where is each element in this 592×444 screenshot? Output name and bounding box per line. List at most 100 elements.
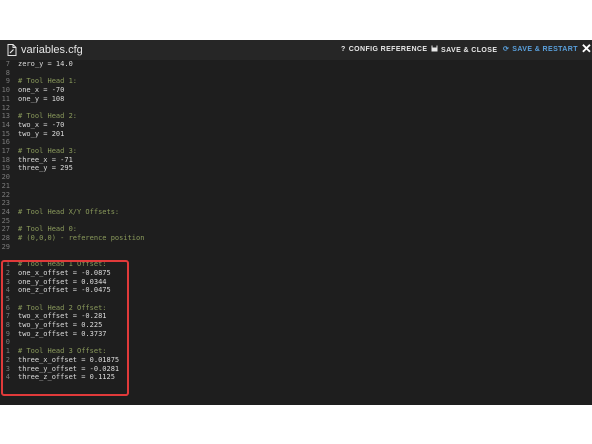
line-number: 9 bbox=[5, 77, 10, 86]
line-number: 6 bbox=[5, 303, 10, 312]
code-line[interactable]: 17 # Tool Head 3: bbox=[0, 147, 592, 156]
line-number: 10 bbox=[1, 86, 10, 95]
line-number: 2 bbox=[5, 355, 10, 364]
line-number: 25 bbox=[1, 216, 10, 225]
code-line[interactable]: 29 bbox=[0, 243, 592, 252]
line-number: 22 bbox=[1, 190, 10, 199]
line-number: 0 bbox=[5, 338, 10, 347]
code-line[interactable]: 22 bbox=[0, 191, 592, 200]
code-line[interactable]: 27 # Tool Head 0: bbox=[0, 225, 592, 234]
save-restart-button[interactable]: ⟳ SAVE & RESTART bbox=[503, 45, 578, 55]
line-number: 9 bbox=[5, 329, 10, 338]
line-number: 20 bbox=[1, 173, 10, 182]
line-number: 4 bbox=[5, 373, 10, 382]
save-restart-label: SAVE & RESTART bbox=[512, 46, 578, 53]
code-line[interactable]: 21 bbox=[0, 182, 592, 191]
code-comment: # Tool Head 1: bbox=[18, 77, 78, 86]
save-close-button[interactable]: SAVE & CLOSE bbox=[431, 45, 497, 56]
line-number: 19 bbox=[1, 164, 10, 173]
editor-dialog: variables.cfg ? CONFIG REFERENCE SAVE & C… bbox=[0, 40, 592, 405]
code-comment: # Tool Head 0: bbox=[18, 225, 78, 234]
line-number: 1 bbox=[5, 347, 10, 356]
config-reference-label: CONFIG REFERENCE bbox=[348, 46, 428, 53]
code-line[interactable]: 25 bbox=[0, 217, 592, 226]
line-number: 16 bbox=[1, 138, 10, 147]
code-line[interactable]: 24 # Tool Head X/Y Offsets: bbox=[0, 208, 592, 217]
code-line[interactable]: 0 bbox=[0, 338, 592, 347]
code-text: two_y_offset = 0.225 bbox=[18, 321, 103, 329]
code-comment: # Tool Head X/Y Offsets: bbox=[18, 207, 120, 216]
code-text: three_y_offset = -0.0281 bbox=[18, 364, 120, 373]
line-number: 11 bbox=[1, 94, 10, 103]
save-close-label: SAVE & CLOSE bbox=[441, 47, 498, 54]
code-text: one_z_offset = -0.0475 bbox=[18, 286, 111, 295]
line-number: 2 bbox=[5, 268, 10, 277]
code-line[interactable]: 1 # Tool Head 1 Offset: bbox=[0, 260, 592, 269]
file-title: variables.cfg bbox=[21, 44, 83, 56]
code-editor[interactable]: 7 zero_y = 14.0 8 9 # Tool Head 1: 10 one_x = … bbox=[0, 60, 592, 405]
code-line[interactable]: 5 bbox=[0, 295, 592, 304]
code-line[interactable]: 12 bbox=[0, 104, 592, 113]
line-number: 24 bbox=[1, 207, 10, 216]
line-number: 28 bbox=[1, 234, 10, 242]
line-number: 21 bbox=[1, 181, 10, 190]
line-number: 8 bbox=[5, 68, 10, 77]
code-text: zero_y = 14.0 bbox=[18, 60, 73, 68]
code-text: two_y = 201 bbox=[18, 129, 65, 138]
line-number: 12 bbox=[1, 103, 10, 112]
line-number: 3 bbox=[5, 277, 10, 286]
line-number: 3 bbox=[5, 364, 10, 373]
line-number: 27 bbox=[1, 225, 10, 234]
line-number: 7 bbox=[5, 60, 10, 68]
file-edit-icon bbox=[7, 44, 17, 56]
line-number: 14 bbox=[1, 120, 10, 129]
code-comment: # Tool Head 3: bbox=[18, 147, 78, 155]
question-icon: ? bbox=[341, 46, 346, 53]
code-comment: # Tool Head 3 Offset: bbox=[18, 347, 107, 356]
code-line[interactable]: 14 two_x = -70 bbox=[0, 121, 592, 130]
code-line[interactable]: 6 # Tool Head 2 Offset: bbox=[0, 304, 592, 313]
code-line[interactable]: 11 one_y = 108 bbox=[0, 95, 592, 104]
code-line[interactable]: 9 two_z_offset = 0.3737 bbox=[0, 330, 592, 339]
code-line[interactable]: 3 three_y_offset = -0.0281 bbox=[0, 365, 592, 374]
line-number: 29 bbox=[1, 242, 10, 251]
code-line[interactable]: 7 zero_y = 14.0 bbox=[0, 60, 592, 69]
code-text: two_x_offset = -0.281 bbox=[18, 312, 107, 321]
code-line[interactable]: 19 three_y = 295 bbox=[0, 164, 592, 173]
code-line[interactable]: 4 one_z_offset = -0.0475 bbox=[0, 286, 592, 295]
code-text: one_y_offset = 0.0344 bbox=[18, 277, 107, 286]
code-line[interactable]: 7 two_x_offset = -0.281 bbox=[0, 312, 592, 321]
code-line[interactable]: 10 one_x = -70 bbox=[0, 86, 592, 95]
code-line[interactable]: 23 bbox=[0, 199, 592, 208]
code-text: three_x_offset = 0.01875 bbox=[18, 355, 120, 364]
code-line[interactable]: 13 # Tool Head 2: bbox=[0, 112, 592, 121]
code-line[interactable]: 28 # (0,0,0) - reference position bbox=[0, 234, 592, 243]
code-comment: # (0,0,0) - reference position bbox=[18, 234, 145, 242]
code-line[interactable]: 15 two_y = 201 bbox=[0, 130, 592, 139]
code-comment: # Tool Head 2: bbox=[18, 112, 78, 121]
code-line[interactable]: 8 two_y_offset = 0.225 bbox=[0, 321, 592, 330]
line-number: 8 bbox=[5, 321, 10, 329]
code-line[interactable]: 18 three_x = -71 bbox=[0, 156, 592, 165]
code-text: three_z_offset = 0.1125 bbox=[18, 373, 115, 382]
code-line[interactable]: 3 one_y_offset = 0.0344 bbox=[0, 278, 592, 287]
config-reference-button[interactable]: ? CONFIG REFERENCE bbox=[341, 45, 427, 55]
code-line[interactable] bbox=[0, 251, 592, 260]
code-line[interactable]: 20 bbox=[0, 173, 592, 182]
code-line[interactable]: 4 three_z_offset = 0.1125 bbox=[0, 373, 592, 382]
line-number: 4 bbox=[5, 286, 10, 295]
floppy-icon bbox=[431, 45, 438, 56]
code-line[interactable]: 9 # Tool Head 1: bbox=[0, 77, 592, 86]
code-text: three_x = -71 bbox=[18, 155, 73, 164]
line-number: 23 bbox=[1, 199, 10, 208]
code-line[interactable]: 8 bbox=[0, 69, 592, 78]
line-number: 13 bbox=[1, 112, 10, 121]
line-number: 5 bbox=[5, 294, 10, 303]
dialog-titlebar: variables.cfg ? CONFIG REFERENCE SAVE & C… bbox=[0, 40, 592, 60]
code-comment: # Tool Head 1 Offset: bbox=[18, 260, 107, 269]
close-icon[interactable]: ✕ bbox=[581, 42, 592, 56]
code-line[interactable]: 2 three_x_offset = 0.01875 bbox=[0, 356, 592, 365]
code-line[interactable]: 1 # Tool Head 3 Offset: bbox=[0, 347, 592, 356]
code-line[interactable]: 16 bbox=[0, 138, 592, 147]
code-line[interactable]: 2 one_x_offset = -0.0875 bbox=[0, 269, 592, 278]
